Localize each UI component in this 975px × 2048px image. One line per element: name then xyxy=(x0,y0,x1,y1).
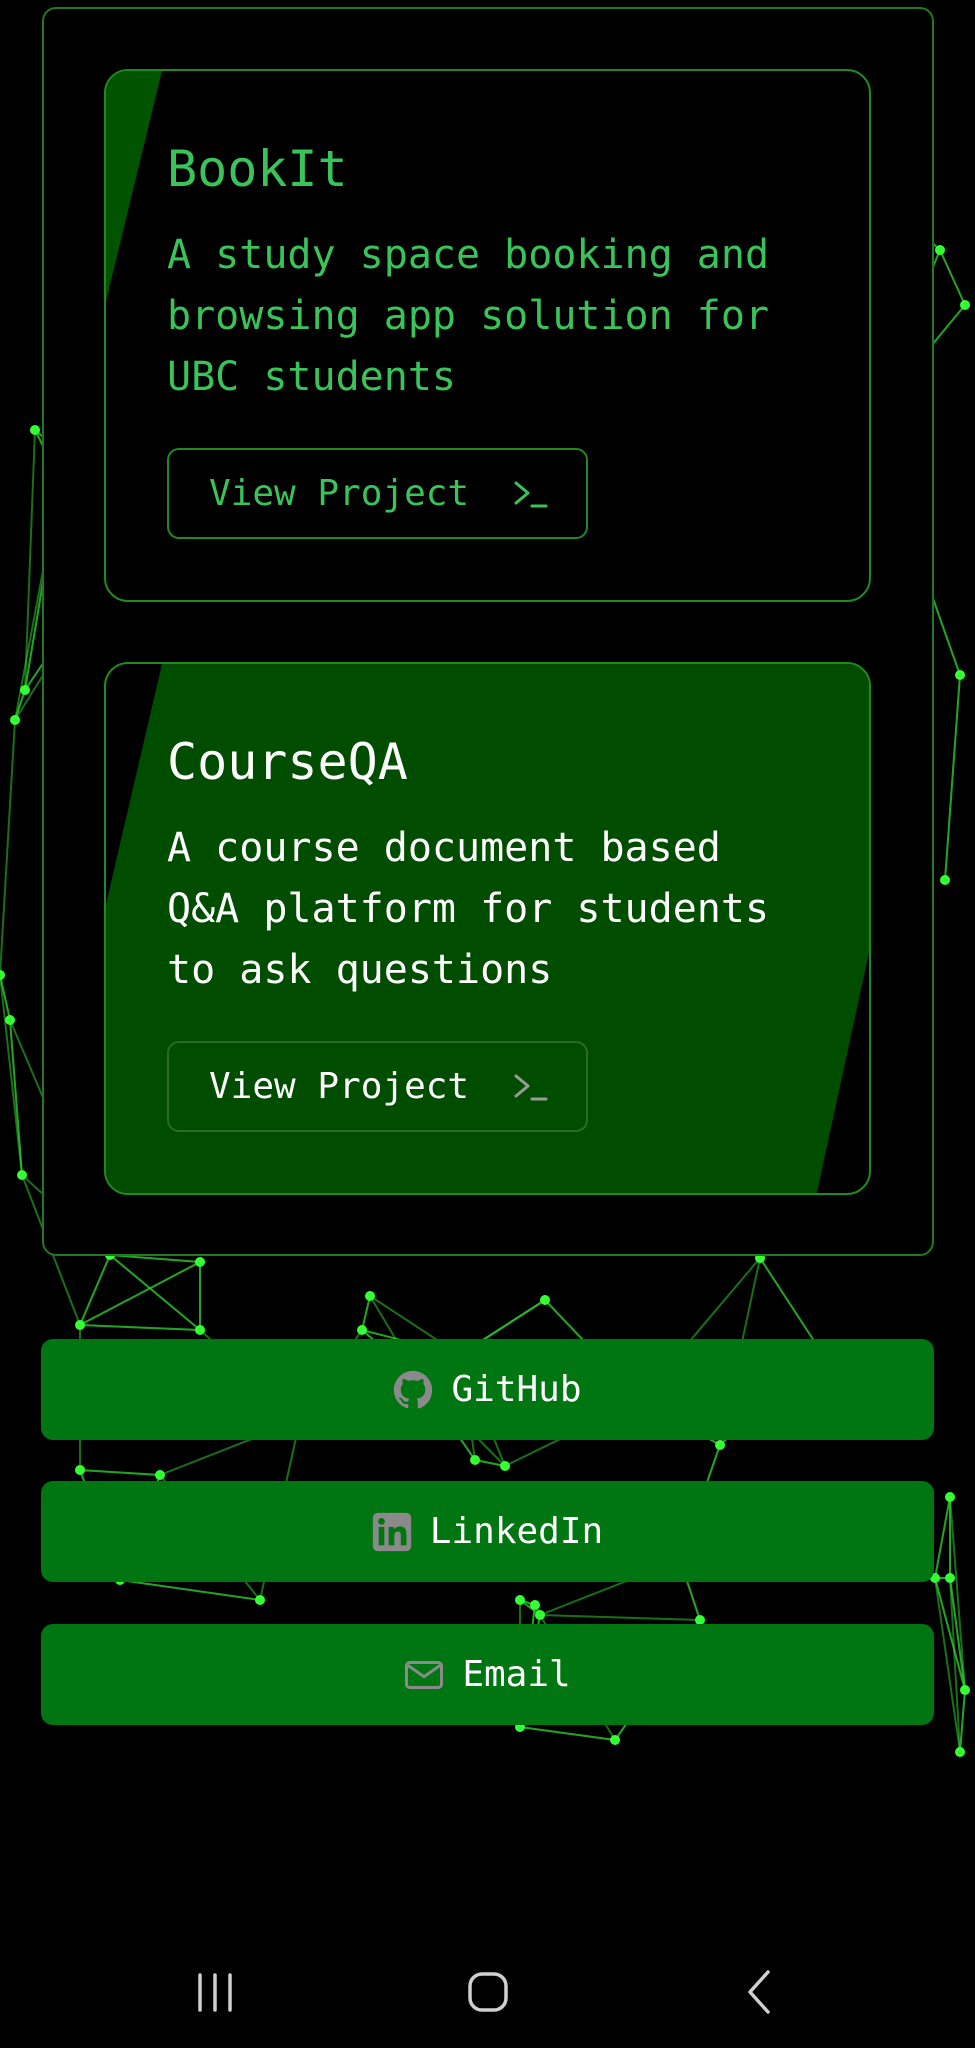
network-node xyxy=(715,1440,725,1450)
github-icon xyxy=(394,1370,433,1408)
network-edge xyxy=(0,719,16,976)
network-edge xyxy=(959,1689,966,1753)
network-edge xyxy=(519,1726,616,1741)
network-edge xyxy=(759,1257,821,1351)
network-node xyxy=(945,1573,955,1583)
network-edge xyxy=(539,1614,701,1621)
network-node xyxy=(17,1170,27,1180)
back-button[interactable] xyxy=(730,1962,790,2022)
network-node xyxy=(20,685,30,695)
network-node xyxy=(935,245,945,255)
linkedin-icon xyxy=(372,1512,411,1551)
view-project-label: View Project xyxy=(209,473,470,514)
linkedin-button[interactable]: LinkedIn xyxy=(41,1481,934,1582)
project-title: CourseQA xyxy=(167,733,408,791)
network-node xyxy=(535,1610,545,1620)
view-project-label: View Project xyxy=(209,1066,470,1107)
network-node xyxy=(945,1492,955,1502)
network-node xyxy=(155,1470,165,1480)
view-project-button[interactable]: View Project xyxy=(167,448,588,539)
linkedin-label: LinkedIn xyxy=(429,1511,604,1552)
back-icon xyxy=(748,1970,770,2014)
home-button[interactable] xyxy=(458,1962,518,2022)
network-node xyxy=(960,300,970,310)
view-project-button[interactable]: View Project xyxy=(167,1041,588,1132)
network-node xyxy=(940,875,950,885)
network-edge xyxy=(119,1579,261,1601)
network-node xyxy=(255,1595,265,1605)
email-button[interactable]: Email xyxy=(41,1624,934,1725)
network-edge xyxy=(109,1254,201,1331)
network-node xyxy=(30,425,40,435)
email-label: Email xyxy=(462,1654,571,1695)
home-icon xyxy=(468,1972,508,2012)
project-card-courseqa: CourseQA A course document based Q&A pla… xyxy=(104,662,871,1195)
network-node xyxy=(0,970,5,980)
network-node xyxy=(195,1257,205,1267)
network-node xyxy=(960,1685,970,1695)
network-node xyxy=(540,1295,550,1305)
network-node xyxy=(610,1735,620,1745)
network-edge xyxy=(109,1254,201,1263)
project-title: BookIt xyxy=(167,140,348,198)
network-node xyxy=(10,715,20,725)
network-edge xyxy=(79,1324,201,1331)
network-edge xyxy=(939,249,966,306)
project-description: A course document based Q&A platform for… xyxy=(167,825,770,993)
project-card-bookit: BookIt A study space booking and browsin… xyxy=(104,69,871,602)
network-edge xyxy=(24,429,36,691)
network-node xyxy=(515,1595,525,1605)
network-edge xyxy=(934,1496,951,1579)
network-node xyxy=(195,1325,205,1335)
network-edge xyxy=(361,1295,371,1331)
github-label: GitHub xyxy=(451,1369,582,1410)
network-node xyxy=(955,670,965,680)
network-node xyxy=(5,1015,15,1025)
github-button[interactable]: GitHub xyxy=(41,1339,934,1440)
network-edge xyxy=(79,1254,111,1326)
system-navigation-bar xyxy=(0,1920,975,2048)
mail-icon xyxy=(405,1660,444,1689)
network-node xyxy=(500,1461,510,1471)
network-node xyxy=(530,1600,540,1610)
network-edge xyxy=(934,1577,961,1753)
network-edge xyxy=(944,674,961,881)
network-edge xyxy=(79,1469,161,1476)
terminal-prompt-icon xyxy=(514,481,548,507)
network-node xyxy=(75,1320,85,1330)
network-node xyxy=(75,1465,85,1475)
network-node xyxy=(470,1455,480,1465)
recent-apps-icon xyxy=(198,1973,232,2012)
recent-apps-button[interactable] xyxy=(186,1962,246,2022)
network-node xyxy=(357,1325,367,1335)
terminal-prompt-icon xyxy=(514,1074,548,1100)
network-node xyxy=(365,1291,375,1301)
project-description: A study space booking and browsing app s… xyxy=(167,232,770,400)
network-node xyxy=(955,1747,965,1757)
